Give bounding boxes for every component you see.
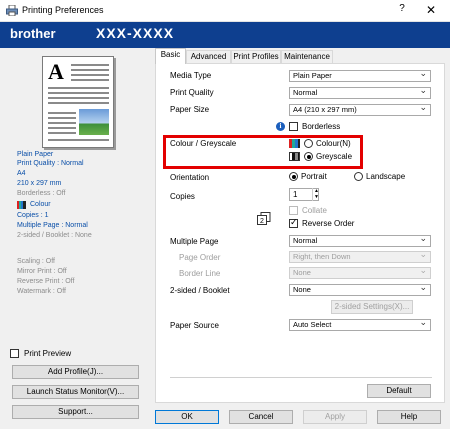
collate-checkbox[interactable] — [289, 206, 298, 215]
landscape-radio[interactable] — [354, 172, 363, 181]
multiple-page-select[interactable]: Normal — [289, 233, 431, 247]
colour-swatch-icon — [17, 201, 26, 209]
preview-letter-glyph: A — [48, 59, 64, 84]
summary-size: A4 — [17, 170, 26, 177]
summary-mirror: Mirror Print : Off — [17, 268, 67, 275]
portrait-radio[interactable] — [289, 172, 298, 181]
borderless-label: Borderless — [302, 122, 341, 131]
paper-source-select[interactable]: Auto Select — [289, 317, 431, 331]
summary-scaling: Scaling : Off — [17, 258, 56, 265]
tab-maintenance[interactable]: Maintenance — [281, 50, 333, 63]
launch-status-monitor-button[interactable]: Launch Status Monitor(V)... — [12, 385, 139, 399]
page-stack-icon: 2 — [257, 212, 271, 225]
title-bar: Printing Preferences ? ✕ — [0, 0, 450, 22]
brand-header: brother XXX-XXXX — [0, 22, 450, 48]
portrait-label: Portrait — [301, 172, 327, 181]
help-title-button[interactable]: ? — [392, 3, 412, 19]
borderless-checkbox[interactable] — [289, 122, 298, 131]
preview-picture-icon — [79, 109, 109, 135]
tab-basic[interactable]: Basic — [155, 48, 186, 64]
printer-icon — [6, 5, 18, 16]
colour-radio-label: Colour(N) — [316, 139, 351, 148]
greyscale-radio-label: Greyscale — [316, 152, 353, 161]
summary-paper: Plain Paper — [17, 151, 54, 158]
summary-copies: Copies : 1 — [17, 212, 49, 219]
summary-watermark: Watermark : Off — [17, 288, 67, 295]
help-button[interactable]: Help — [377, 410, 441, 424]
paper-size-label: Paper Size — [170, 105, 210, 114]
apply-button[interactable]: Apply — [303, 410, 367, 424]
summary-dims: 210 x 297 mm — [17, 180, 62, 187]
print-preview-label: Print Preview — [24, 349, 72, 358]
cancel-button[interactable]: Cancel — [229, 410, 293, 424]
media-type-label: Media Type — [170, 71, 212, 80]
media-type-select[interactable]: Plain Paper — [289, 68, 431, 82]
print-quality-label: Print Quality — [170, 88, 214, 97]
add-profile-button[interactable]: Add Profile(J)... — [12, 365, 139, 379]
collate-label: Collate — [302, 206, 327, 215]
info-icon[interactable]: i — [276, 122, 285, 131]
paper-size-select[interactable]: A4 (210 x 297 mm) — [289, 102, 431, 116]
greyscale-icon — [289, 152, 300, 161]
greyscale-radio[interactable] — [304, 152, 313, 161]
colour-greyscale-label: Colour / Greyscale — [170, 139, 237, 148]
twosided-settings-button[interactable]: 2-sided Settings(X)... — [331, 300, 413, 314]
summary-colour: Colour — [30, 201, 51, 208]
page-order-select[interactable]: Right, then Down — [289, 249, 431, 263]
page-preview: A — [42, 56, 114, 148]
paper-source-label: Paper Source — [170, 321, 219, 330]
tab-advanced[interactable]: Advanced — [186, 50, 231, 63]
border-line-label: Border Line — [179, 269, 221, 278]
border-line-select[interactable]: None — [289, 265, 431, 279]
copies-spinner[interactable]: ▲ ▼ — [312, 188, 320, 201]
twosided-select[interactable]: None — [289, 282, 431, 296]
summary-reverse: Reverse Print : Off — [17, 278, 75, 285]
summary-quality: Print Quality : Normal — [17, 160, 84, 167]
colour-radio[interactable] — [304, 139, 313, 148]
reverse-order-label: Reverse Order — [302, 219, 355, 228]
svg-text:2: 2 — [260, 218, 264, 225]
twosided-label: 2-sided / Booklet — [170, 286, 230, 295]
divider — [170, 377, 432, 378]
landscape-label: Landscape — [366, 172, 406, 181]
summary-borderless: Borderless : Off — [17, 190, 66, 197]
multiple-page-label: Multiple Page — [170, 237, 219, 246]
support-button[interactable]: Support... — [12, 405, 139, 419]
ok-button[interactable]: OK — [155, 410, 219, 424]
orientation-label: Orientation — [170, 173, 210, 182]
window-title: Printing Preferences — [22, 5, 104, 15]
reverse-order-checkbox[interactable] — [289, 217, 298, 228]
model-name: XXX-XXXX — [96, 25, 175, 41]
colour-icon — [289, 139, 300, 148]
brother-logo: brother — [10, 26, 56, 41]
close-icon[interactable]: ✕ — [420, 3, 442, 19]
tab-print-profiles[interactable]: Print Profiles — [231, 50, 281, 63]
default-button[interactable]: Default — [367, 384, 431, 398]
summary-twosided: 2-sided / Booklet : None — [17, 232, 92, 239]
print-quality-select[interactable]: Normal — [289, 85, 431, 99]
copies-label: Copies — [170, 192, 195, 201]
page-order-label: Page Order — [179, 253, 221, 262]
print-preview-checkbox[interactable] — [10, 349, 19, 358]
summary-multiple: Multiple Page : Normal — [17, 222, 88, 229]
